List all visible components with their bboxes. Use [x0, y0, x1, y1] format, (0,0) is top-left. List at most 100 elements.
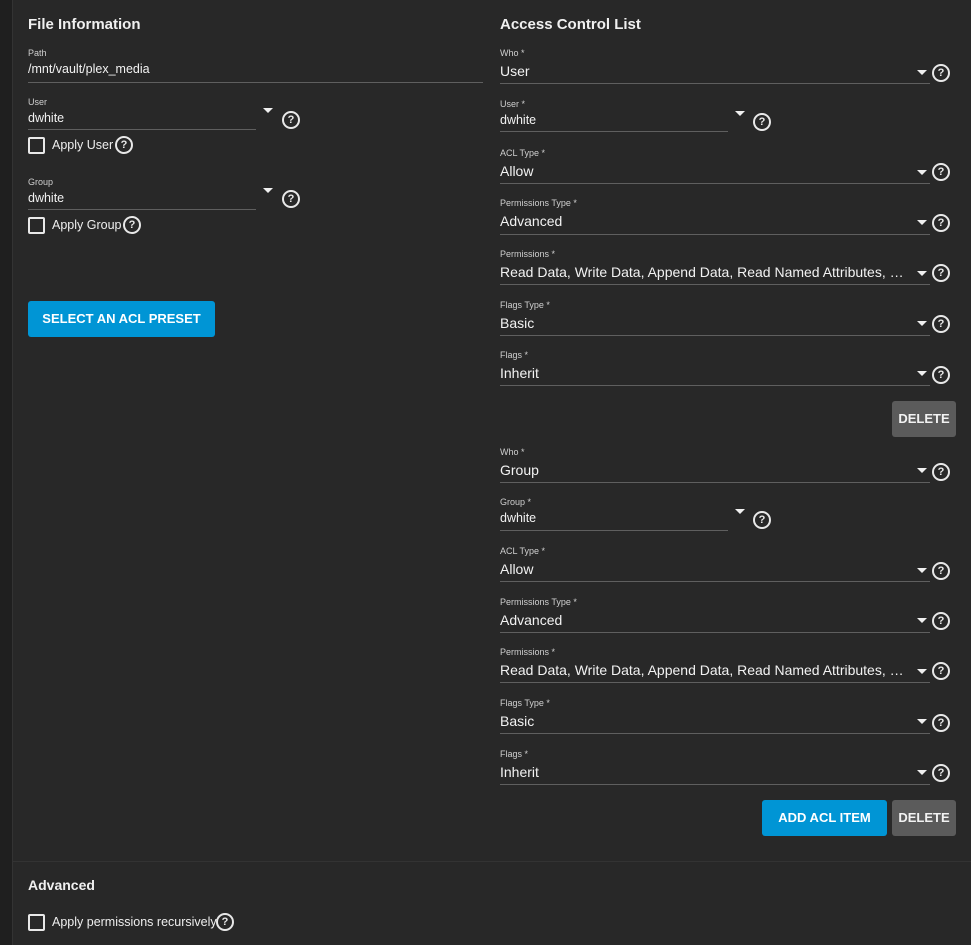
acl2-acl-type-caret-icon[interactable] — [917, 568, 927, 573]
acl1-who-underline — [500, 83, 930, 84]
acl2-permissions-select[interactable]: Read Data, Write Data, Append Data, Read… — [500, 662, 911, 682]
acl1-delete-button[interactable]: DELETE — [892, 401, 956, 437]
user-underline — [28, 129, 256, 130]
acl2-perm-type-select[interactable]: Advanced — [500, 612, 930, 632]
acl1-acl-type-label: ACL Type * — [500, 148, 546, 158]
acl1-flags-select[interactable]: Inherit — [500, 365, 930, 385]
acl2-delete-button[interactable]: DELETE — [892, 800, 956, 836]
acl1-who-select[interactable]: User — [500, 63, 930, 83]
acl1-perm-type-caret-icon[interactable] — [917, 220, 927, 225]
acl2-acl-type-label: ACL Type * — [500, 546, 546, 556]
acl2-flags-caret-icon[interactable] — [917, 770, 927, 775]
acl2-who-select[interactable]: Group — [500, 462, 930, 482]
acl1-permissions-caret-icon[interactable] — [917, 271, 927, 276]
advanced-divider — [12, 861, 971, 862]
acl1-permissions-select[interactable]: Read Data, Write Data, Append Data, Read… — [500, 264, 911, 284]
group-label: Group — [28, 177, 54, 187]
user-help-icon[interactable]: ? — [282, 111, 300, 129]
acl2-flags-help-icon[interactable]: ? — [932, 764, 950, 782]
acl1-perm-type-select[interactable]: Advanced — [500, 213, 930, 233]
apply-group-label: Apply Group — [52, 218, 122, 232]
acl2-flags-label: Flags * — [500, 749, 529, 759]
acl1-flags-type-help-icon[interactable]: ? — [932, 315, 950, 333]
acl1-user-caret-icon[interactable] — [735, 111, 745, 116]
apply-user-help-icon[interactable]: ? — [115, 136, 133, 154]
acl2-permissions-caret-icon[interactable] — [917, 669, 927, 674]
group-underline — [28, 209, 256, 210]
apply-recursively-checkbox[interactable] — [28, 914, 45, 931]
acl1-user-select[interactable]: dwhite — [500, 113, 728, 131]
apply-group-checkbox[interactable] — [28, 217, 45, 234]
acl2-group-select[interactable]: dwhite — [500, 511, 728, 529]
file-info-title: File Information — [28, 16, 141, 33]
acl1-permissions-help-icon[interactable]: ? — [932, 264, 950, 282]
group-help-icon[interactable]: ? — [282, 190, 300, 208]
acl1-perm-type-label: Permissions Type * — [500, 198, 577, 208]
acl2-group-help-icon[interactable]: ? — [753, 511, 771, 529]
acl2-acl-type-select[interactable]: Allow — [500, 561, 930, 581]
acl2-group-label: Group * — [500, 497, 532, 507]
acl1-who-help-icon[interactable]: ? — [932, 64, 950, 82]
acl2-perm-type-label: Permissions Type * — [500, 597, 577, 607]
acl1-permissions-underline — [500, 284, 930, 285]
acl2-flags-type-label: Flags Type * — [500, 698, 550, 708]
path-underline — [28, 82, 483, 83]
acl2-permissions-underline — [500, 682, 930, 683]
acl1-flags-type-label: Flags Type * — [500, 300, 550, 310]
acl2-group-caret-icon[interactable] — [735, 509, 745, 514]
acl1-flags-type-select[interactable]: Basic — [500, 315, 930, 335]
acl2-permissions-label: Permissions * — [500, 647, 556, 657]
acl-title: Access Control List — [500, 16, 641, 33]
user-label: User — [28, 97, 48, 107]
acl1-user-underline — [500, 131, 728, 132]
acl1-who-label: Who * — [500, 48, 525, 58]
acl1-flags-underline — [500, 385, 930, 386]
acl1-user-label: User * — [500, 99, 526, 109]
acl2-perm-type-underline — [500, 632, 930, 633]
select-acl-preset-button[interactable]: SELECT AN ACL PRESET — [28, 301, 215, 337]
acl1-acl-type-caret-icon[interactable] — [917, 170, 927, 175]
acl1-flags-type-underline — [500, 335, 930, 336]
acl2-flags-type-caret-icon[interactable] — [917, 719, 927, 724]
acl1-perm-type-underline — [500, 234, 930, 235]
acl1-flags-label: Flags * — [500, 350, 529, 360]
acl1-acl-type-underline — [500, 183, 930, 184]
path-label: Path — [28, 48, 47, 58]
acl2-flags-type-select[interactable]: Basic — [500, 713, 930, 733]
acl2-who-underline — [500, 482, 930, 483]
acl2-who-caret-icon[interactable] — [917, 468, 927, 473]
path-value: /mnt/vault/plex_media — [28, 62, 150, 76]
acl1-flags-type-caret-icon[interactable] — [917, 321, 927, 326]
acl1-acl-type-select[interactable]: Allow — [500, 163, 930, 183]
acl2-flags-underline — [500, 784, 930, 785]
acl1-who-caret-icon[interactable] — [917, 70, 927, 75]
acl2-perm-type-caret-icon[interactable] — [917, 618, 927, 623]
acl1-flags-help-icon[interactable]: ? — [932, 366, 950, 384]
acl2-flags-type-help-icon[interactable]: ? — [932, 714, 950, 732]
acl1-permissions-label: Permissions * — [500, 249, 556, 259]
apply-recursively-label: Apply permissions recursively — [52, 915, 217, 929]
acl2-group-underline — [500, 530, 728, 531]
acl2-who-label: Who * — [500, 447, 525, 457]
apply-recursively-help-icon[interactable]: ? — [216, 913, 234, 931]
apply-group-help-icon[interactable]: ? — [123, 216, 141, 234]
acl2-flags-select[interactable]: Inherit — [500, 764, 930, 784]
user-dropdown-caret-icon[interactable] — [263, 108, 273, 113]
group-dropdown-caret-icon[interactable] — [263, 188, 273, 193]
acl2-perm-type-help-icon[interactable]: ? — [932, 612, 950, 630]
acl1-user-help-icon[interactable]: ? — [753, 113, 771, 131]
acl1-perm-type-help-icon[interactable]: ? — [932, 214, 950, 232]
apply-user-label: Apply User — [52, 138, 114, 152]
group-select[interactable]: dwhite — [28, 191, 256, 209]
acl2-acl-type-help-icon[interactable]: ? — [932, 562, 950, 580]
apply-user-checkbox[interactable] — [28, 137, 45, 154]
acl1-acl-type-help-icon[interactable]: ? — [932, 163, 950, 181]
user-select[interactable]: dwhite — [28, 111, 256, 129]
acl2-flags-type-underline — [500, 733, 930, 734]
advanced-title: Advanced — [28, 877, 95, 893]
acl2-who-help-icon[interactable]: ? — [932, 463, 950, 481]
acl2-permissions-help-icon[interactable]: ? — [932, 662, 950, 680]
add-acl-item-button[interactable]: ADD ACL ITEM — [762, 800, 887, 836]
acl1-flags-caret-icon[interactable] — [917, 371, 927, 376]
acl2-acl-type-underline — [500, 581, 930, 582]
